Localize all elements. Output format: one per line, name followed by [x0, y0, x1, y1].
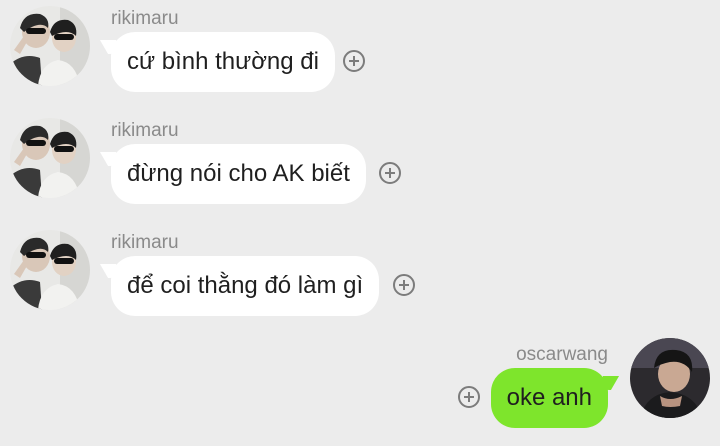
- avatar-photo-icon: [10, 118, 90, 198]
- add-reaction-icon[interactable]: [343, 50, 365, 72]
- avatar-photo-icon: [10, 230, 90, 310]
- sender-name: rikimaru: [111, 8, 179, 29]
- chat-thread: rikimaru cứ bình thường đi rikimaru đừng…: [0, 0, 720, 436]
- add-reaction-icon[interactable]: [393, 274, 415, 296]
- sender-name: rikimaru: [111, 232, 179, 253]
- message-bubble[interactable]: cứ bình thường đi: [111, 32, 335, 92]
- avatar-rikimaru[interactable]: [10, 6, 90, 86]
- avatar-oscarwang[interactable]: [630, 338, 710, 418]
- add-reaction-icon[interactable]: [458, 386, 480, 408]
- message-bubble[interactable]: đừng nói cho AK biết: [111, 144, 366, 204]
- message-bubble[interactable]: oke anh: [490, 368, 608, 428]
- message-row-incoming: rikimaru để coi thằng đó làm gì: [0, 224, 720, 334]
- message-bubble[interactable]: để coi thằng đó làm gì: [111, 256, 380, 316]
- avatar-photo-icon: [630, 338, 710, 418]
- sender-name: oscarwang: [516, 344, 608, 365]
- avatar-photo-icon: [10, 6, 90, 86]
- avatar-rikimaru[interactable]: [10, 230, 90, 310]
- sender-name: rikimaru: [111, 120, 179, 141]
- message-row-outgoing: oscarwang oke anh: [0, 336, 720, 446]
- message-row-incoming: rikimaru cứ bình thường đi: [0, 0, 720, 110]
- add-reaction-icon[interactable]: [379, 162, 401, 184]
- message-row-incoming: rikimaru đừng nói cho AK biết: [0, 112, 720, 222]
- avatar-rikimaru[interactable]: [10, 118, 90, 198]
